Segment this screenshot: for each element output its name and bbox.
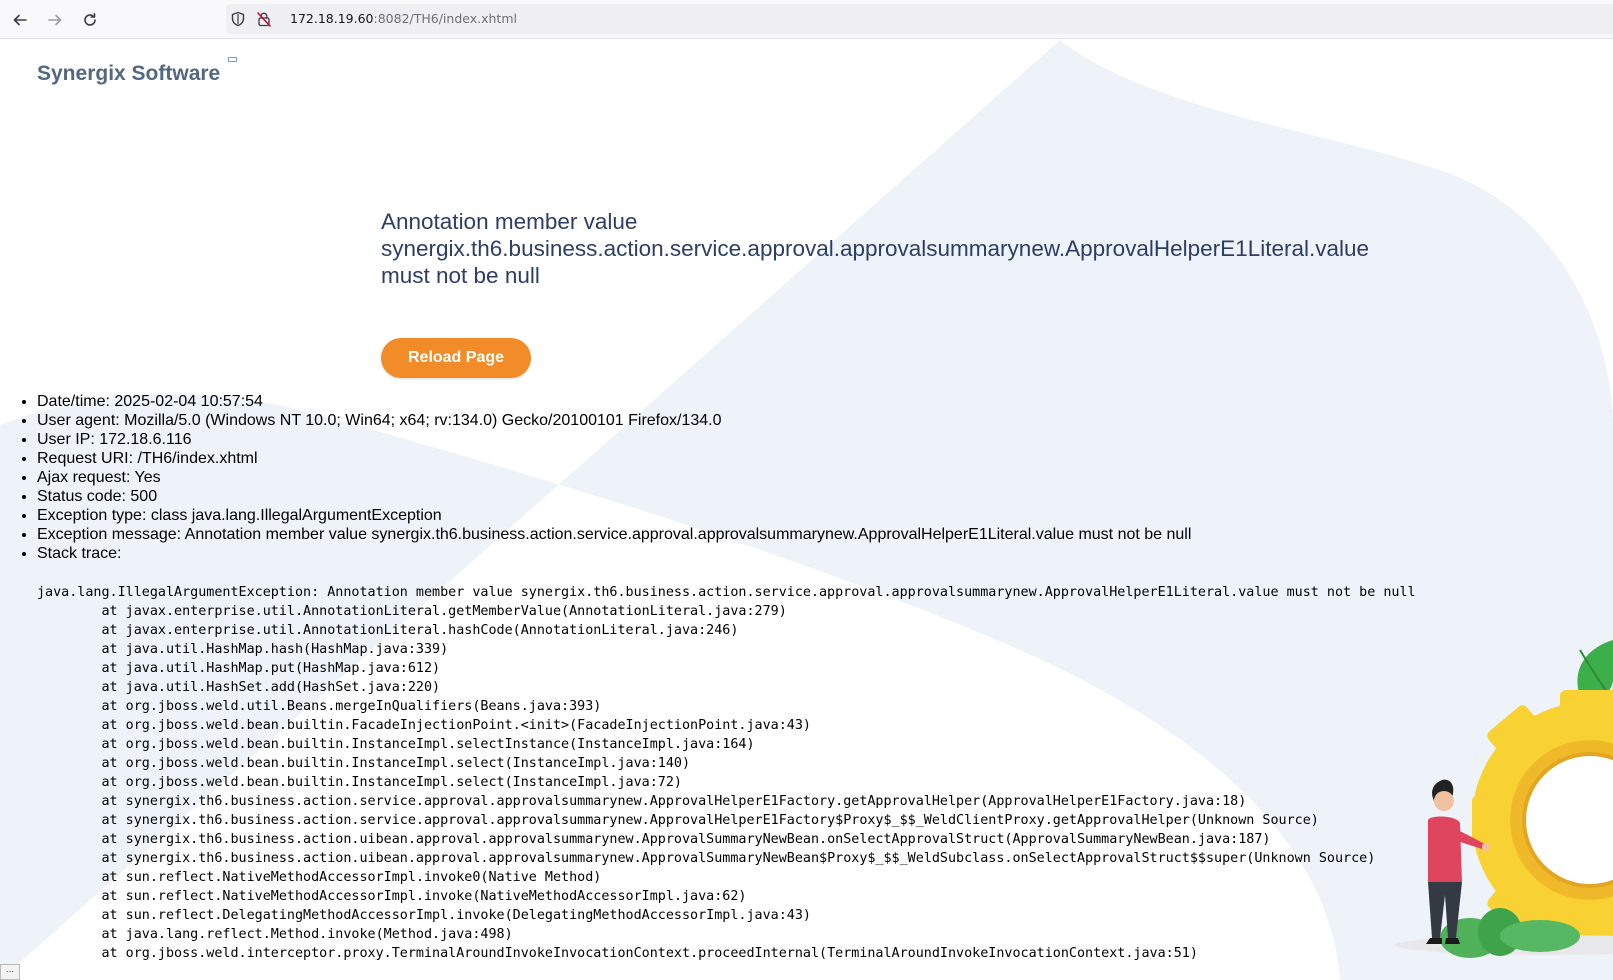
detail-ajax-request: Ajax request: Yes xyxy=(37,468,1191,487)
detail-label: Ajax request: xyxy=(37,469,131,486)
stack-trace: java.lang.IllegalArgumentException: Anno… xyxy=(37,585,1416,961)
brand-logo-text: Synergix Software xyxy=(37,62,221,85)
gear-person-illustration xyxy=(1395,640,1613,958)
detail-label: User IP: xyxy=(37,431,95,448)
detail-value: 500 xyxy=(130,488,158,505)
detail-label: Exception type: xyxy=(37,507,147,524)
detail-value: /TH6/index.xhtml xyxy=(137,450,258,467)
reload-button[interactable] xyxy=(78,8,102,32)
url-path: :8082/TH6/index.xhtml xyxy=(373,11,517,26)
detail-user-ip: User IP: 172.18.6.116 xyxy=(37,430,1191,449)
url-host: 172.18.19.60 xyxy=(290,11,374,26)
shield-icon[interactable] xyxy=(230,11,246,27)
reload-icon xyxy=(84,13,96,26)
corner-widget[interactable]: ... xyxy=(0,964,20,980)
back-arrow-icon xyxy=(13,14,27,26)
error-title: Annotation member value synergix.th6.bus… xyxy=(381,209,1370,288)
reload-page-button[interactable]: Reload Page xyxy=(381,338,531,378)
forward-button[interactable] xyxy=(43,8,67,32)
url-text[interactable]: 172.18.19.60:8082/TH6/index.xhtml xyxy=(290,11,517,26)
detail-value: 172.18.6.116 xyxy=(99,431,192,448)
detail-exception-message: Exception message: Annotation member val… xyxy=(37,525,1191,544)
insecure-lock-icon[interactable] xyxy=(256,11,272,27)
detail-label: Request URI: xyxy=(37,450,134,467)
detail-user-agent: User agent: Mozilla/5.0 (Windows NT 10.0… xyxy=(37,411,1191,430)
detail-label: Status code: xyxy=(37,488,126,505)
detail-request-uri: Request URI: /TH6/index.xhtml xyxy=(37,449,1191,468)
error-details-list: Date/time: 2025-02-04 10:57:54 User agen… xyxy=(0,392,1191,563)
gear-icon xyxy=(1472,690,1613,938)
detail-label: Stack trace: xyxy=(37,545,122,562)
detail-exception-type: Exception type: class java.lang.IllegalA… xyxy=(37,506,1191,525)
brand-mark-icon xyxy=(228,57,237,62)
browser-toolbar: 172.18.19.60:8082/TH6/index.xhtml xyxy=(0,0,1613,39)
forward-arrow-icon xyxy=(48,14,62,26)
error-page: Synergix Software Annotation member valu… xyxy=(0,40,1613,980)
detail-label: Date/time: xyxy=(37,393,110,410)
detail-value: Yes xyxy=(134,469,161,486)
detail-stack-trace: Stack trace: xyxy=(37,544,1191,563)
detail-value: Mozilla/5.0 (Windows NT 10.0; Win64; x64… xyxy=(124,412,722,429)
detail-value: class java.lang.IllegalArgumentException xyxy=(150,507,442,524)
detail-label: Exception message: xyxy=(37,526,182,543)
detail-status-code: Status code: 500 xyxy=(37,487,1191,506)
detail-label: User agent: xyxy=(37,412,120,429)
detail-value: 2025-02-04 10:57:54 xyxy=(114,393,263,410)
detail-value: Annotation member value synergix.th6.bus… xyxy=(184,526,1192,543)
detail-datetime: Date/time: 2025-02-04 10:57:54 xyxy=(37,392,1191,411)
back-button[interactable] xyxy=(8,8,32,32)
url-bar[interactable]: 172.18.19.60:8082/TH6/index.xhtml xyxy=(226,4,1613,34)
